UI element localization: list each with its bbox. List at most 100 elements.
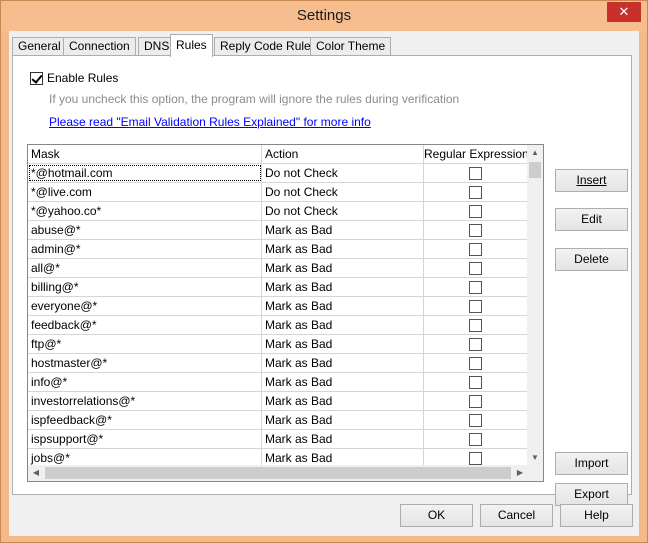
cell-action[interactable]: Mark as Bad (262, 240, 424, 258)
cell-action[interactable]: Mark as Bad (262, 297, 424, 315)
table-row[interactable]: ispfeedback@* Mark as Bad (28, 411, 528, 430)
table-row[interactable]: ispsupport@* Mark as Bad (28, 430, 528, 449)
insert-button[interactable]: Insert (555, 169, 628, 192)
tab-rules[interactable]: Rules (170, 34, 213, 57)
cell-action[interactable]: Mark as Bad (262, 278, 424, 296)
table-row[interactable]: all@* Mark as Bad (28, 259, 528, 278)
cell-mask[interactable]: billing@* (28, 278, 262, 296)
cell-mask[interactable]: *@hotmail.com (28, 164, 262, 182)
cell-mask[interactable]: info@* (28, 373, 262, 391)
vertical-scrollbar[interactable]: ▲ ▼ (527, 145, 543, 466)
regex-checkbox[interactable] (469, 356, 482, 370)
cell-action[interactable]: Mark as Bad (262, 354, 424, 372)
ok-button[interactable]: OK (400, 504, 473, 527)
cell-mask[interactable]: jobs@* (28, 449, 262, 466)
cell-mask[interactable]: *@live.com (28, 183, 262, 201)
table-row[interactable]: everyone@* Mark as Bad (28, 297, 528, 316)
regex-checkbox[interactable] (469, 166, 482, 180)
cancel-button[interactable]: Cancel (480, 504, 553, 527)
delete-button[interactable]: Delete (555, 248, 628, 271)
regex-checkbox[interactable] (469, 451, 482, 465)
cell-regex (424, 183, 528, 201)
title-bar[interactable]: Settings ✕ (1, 1, 647, 31)
scroll-up-icon[interactable]: ▲ (527, 145, 543, 161)
cell-mask[interactable]: *@yahoo.co* (28, 202, 262, 220)
cell-mask[interactable]: admin@* (28, 240, 262, 258)
table-row[interactable]: feedback@* Mark as Bad (28, 316, 528, 335)
cell-mask[interactable]: ftp@* (28, 335, 262, 353)
rules-grid[interactable]: Mask Action Regular Expression *@hotmail… (27, 144, 544, 482)
table-row[interactable]: investorrelations@* Mark as Bad (28, 392, 528, 411)
cell-action[interactable]: Mark as Bad (262, 411, 424, 429)
scroll-right-icon[interactable]: ▶ (512, 465, 528, 481)
regex-checkbox[interactable] (469, 280, 482, 294)
regex-checkbox[interactable] (469, 413, 482, 427)
regex-checkbox[interactable] (469, 185, 482, 199)
close-icon[interactable]: ✕ (607, 2, 641, 22)
cell-mask[interactable]: ispfeedback@* (28, 411, 262, 429)
horizontal-scroll-thumb[interactable] (45, 467, 511, 479)
cell-mask[interactable]: ispsupport@* (28, 430, 262, 448)
regex-checkbox[interactable] (469, 223, 482, 237)
cell-action[interactable]: Mark as Bad (262, 449, 424, 466)
column-header-action[interactable]: Action (262, 145, 424, 164)
regex-checkbox[interactable] (469, 299, 482, 313)
cell-mask[interactable]: hostmaster@* (28, 354, 262, 372)
table-row[interactable]: hostmaster@* Mark as Bad (28, 354, 528, 373)
cell-mask[interactable]: abuse@* (28, 221, 262, 239)
edit-button[interactable]: Edit (555, 208, 628, 231)
regex-checkbox[interactable] (469, 375, 482, 389)
cell-regex (424, 278, 528, 296)
regex-checkbox[interactable] (469, 204, 482, 218)
vertical-scroll-thumb[interactable] (529, 162, 541, 178)
tab-color-theme[interactable]: Color Theme (310, 37, 392, 56)
cell-action[interactable]: Do not Check (262, 202, 424, 220)
regex-checkbox[interactable] (469, 337, 482, 351)
ok-button-label: OK (427, 508, 446, 522)
column-header-regex[interactable]: Regular Expression (424, 145, 528, 164)
table-row[interactable]: *@live.com Do not Check (28, 183, 528, 202)
table-row[interactable]: ftp@* Mark as Bad (28, 335, 528, 354)
cell-mask[interactable]: feedback@* (28, 316, 262, 334)
table-row[interactable]: billing@* Mark as Bad (28, 278, 528, 297)
table-row[interactable]: *@yahoo.co* Do not Check (28, 202, 528, 221)
table-row[interactable]: info@* Mark as Bad (28, 373, 528, 392)
enable-rules-label[interactable]: Enable Rules (47, 71, 118, 85)
cell-mask[interactable]: everyone@* (28, 297, 262, 315)
tab-reply-code-rules[interactable]: Reply Code Rules (214, 37, 323, 56)
column-header-mask[interactable]: Mask (28, 145, 262, 164)
regex-checkbox[interactable] (469, 261, 482, 275)
horizontal-scrollbar[interactable]: ◀ ▶ (28, 465, 528, 481)
cell-mask[interactable]: all@* (28, 259, 262, 277)
regex-checkbox[interactable] (469, 318, 482, 332)
help-button[interactable]: Help (560, 504, 633, 527)
regex-checkbox[interactable] (469, 242, 482, 256)
tab-connection[interactable]: Connection (63, 37, 136, 56)
scroll-left-icon[interactable]: ◀ (28, 465, 44, 481)
regex-checkbox[interactable] (469, 432, 482, 446)
cell-action[interactable]: Mark as Bad (262, 221, 424, 239)
regex-checkbox[interactable] (469, 394, 482, 408)
enable-rules-row[interactable]: Enable Rules (30, 71, 118, 85)
scroll-down-icon[interactable]: ▼ (527, 450, 543, 466)
cell-action[interactable]: Mark as Bad (262, 392, 424, 410)
enable-rules-checkbox[interactable] (30, 71, 43, 85)
export-button[interactable]: Export (555, 483, 628, 506)
table-row[interactable]: *@hotmail.com Do not Check (28, 164, 528, 183)
cell-action[interactable]: Mark as Bad (262, 259, 424, 277)
table-row[interactable]: admin@* Mark as Bad (28, 240, 528, 259)
cell-mask[interactable]: investorrelations@* (28, 392, 262, 410)
cell-action[interactable]: Mark as Bad (262, 430, 424, 448)
import-button[interactable]: Import (555, 452, 628, 475)
tab-general[interactable]: General (12, 37, 67, 56)
table-row[interactable]: jobs@* Mark as Bad (28, 449, 528, 466)
grid-header: Mask Action Regular Expression (28, 145, 528, 164)
cell-action[interactable]: Mark as Bad (262, 373, 424, 391)
cell-regex (424, 392, 528, 410)
cell-action[interactable]: Do not Check (262, 183, 424, 201)
cell-action[interactable]: Do not Check (262, 164, 424, 182)
cell-action[interactable]: Mark as Bad (262, 316, 424, 334)
rules-explained-link[interactable]: Please read "Email Validation Rules Expl… (49, 115, 371, 129)
table-row[interactable]: abuse@* Mark as Bad (28, 221, 528, 240)
cell-action[interactable]: Mark as Bad (262, 335, 424, 353)
